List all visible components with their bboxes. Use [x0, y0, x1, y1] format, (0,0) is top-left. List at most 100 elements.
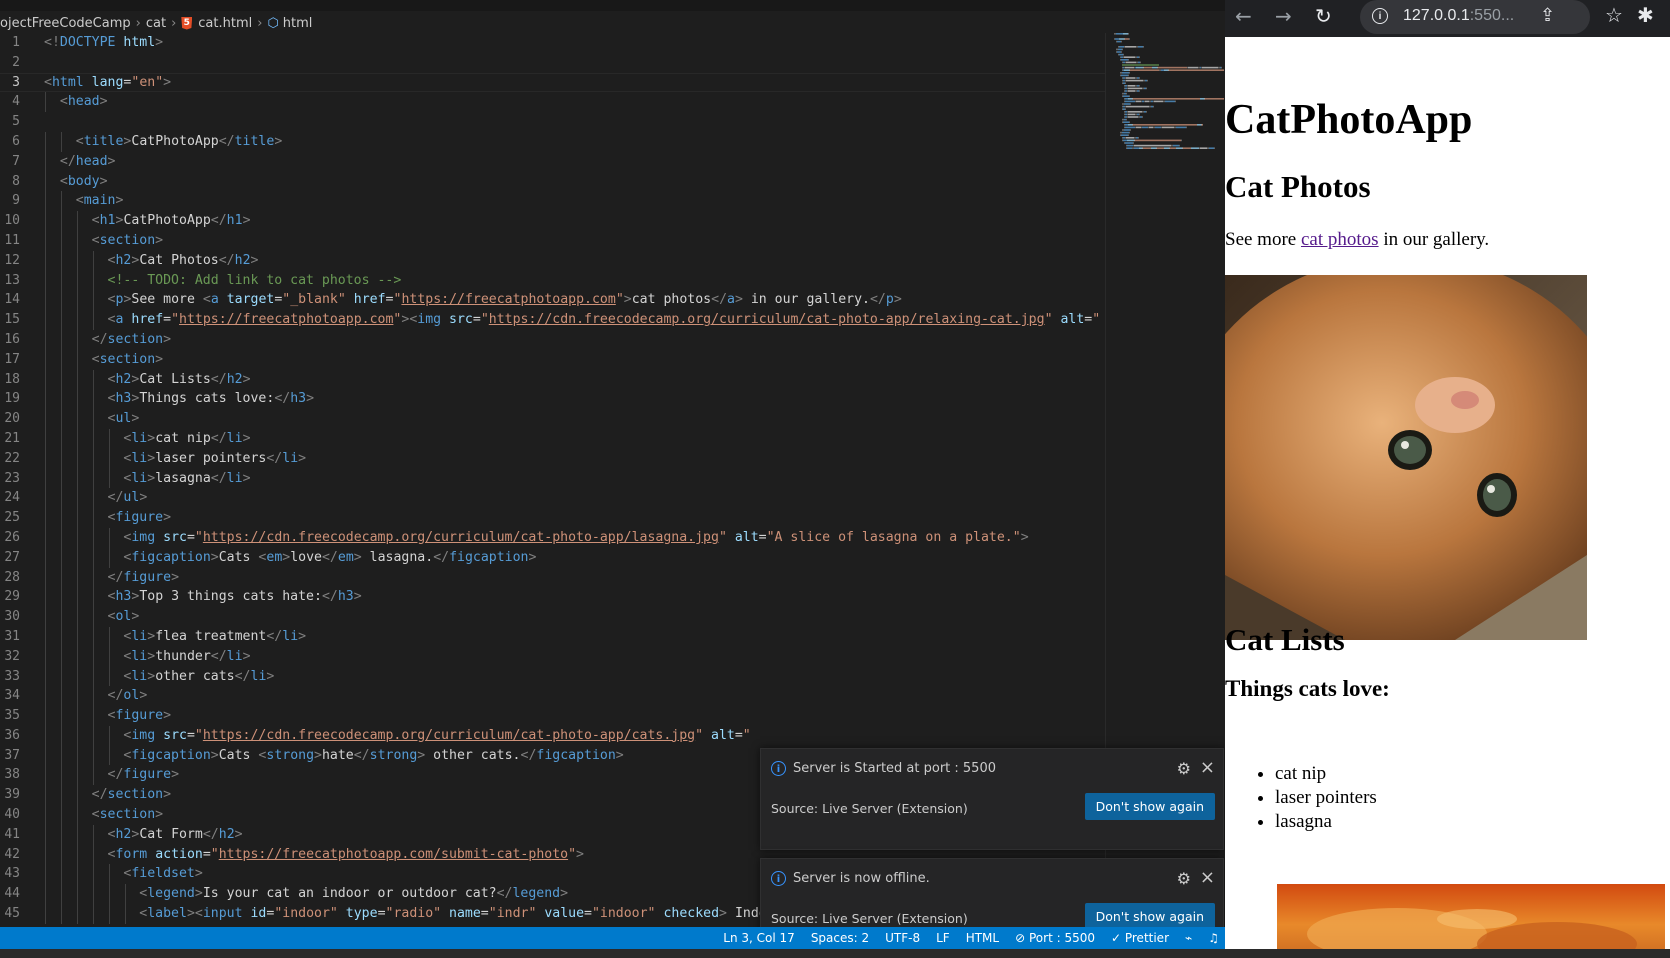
code-line[interactable]: 1 <!DOCTYPE html> [0, 33, 1105, 53]
code-line[interactable]: 25 <figure> [0, 508, 1105, 528]
encoding[interactable]: UTF-8 [885, 931, 920, 945]
code-token: em [337, 549, 354, 565]
code-line[interactable]: 18 <h2>Cat Lists</h2> [0, 369, 1105, 390]
minimap-line [1135, 90, 1137, 92]
code-token: li [250, 668, 267, 684]
code-line[interactable]: 32 <li>thunder</li> [0, 646, 1105, 667]
minimap-line [1134, 66, 1135, 69]
code-line[interactable]: 24 </ul> [0, 488, 1105, 509]
prettier-status[interactable]: ✓ Prettier [1111, 931, 1169, 945]
code-line[interactable]: 9 <main> [0, 191, 1105, 212]
code-token: href [345, 292, 386, 308]
dont-show-again-button[interactable]: Don't show again [1084, 903, 1215, 930]
minimap-line [1142, 116, 1143, 118]
live-server-port[interactable]: ⊘ Port : 5500 [1015, 931, 1095, 945]
minimap-line [1122, 92, 1124, 95]
code-line[interactable]: 13 <!-- TODO: Add link to cat photos --> [0, 270, 1105, 291]
code-line[interactable]: 21 <li>cat nip</li> [0, 428, 1105, 449]
share-icon[interactable]: ⇪ [1540, 5, 1555, 26]
code-line[interactable]: 16 </section> [0, 329, 1105, 350]
code-token: h3 [290, 391, 307, 407]
language-mode[interactable]: HTML [966, 931, 999, 945]
code-text: <h2>Cat Photos</h2> [44, 251, 259, 271]
code-token: "indr" [488, 906, 537, 922]
code-line[interactable]: 12 <h2>Cat Photos</h2> [0, 250, 1105, 271]
info-icon: i [771, 871, 786, 886]
code-line[interactable]: 19 <h3>Things cats love:</h3> [0, 389, 1105, 410]
back-icon[interactable]: ← [1235, 4, 1252, 28]
bell-icon[interactable]: ♫ [1208, 931, 1219, 945]
code-line[interactable]: 8 <body> [0, 171, 1105, 192]
minimap-line [1133, 147, 1134, 149]
code-line[interactable]: 23 <li>lasagna</li> [0, 468, 1105, 489]
dont-show-again-button[interactable]: Don't show again [1084, 793, 1215, 820]
close-icon[interactable]: × [1200, 867, 1215, 888]
indentation[interactable]: Spaces: 2 [811, 931, 869, 945]
breadcrumb-folder[interactable]: ojectFreeCodeCamp [0, 16, 131, 31]
line-number: 13 [4, 272, 20, 288]
code-token: li [131, 668, 148, 684]
breadcrumb-file[interactable]: cat.html [198, 16, 252, 31]
code-token: " [1092, 312, 1101, 328]
code-token: figcaption [536, 747, 616, 763]
minimap-line [1160, 69, 1161, 71]
code-line[interactable]: 31 <li>flea treatment</li> [0, 626, 1105, 647]
code-token: CatPhotoApp [131, 133, 219, 149]
code-line[interactable]: 20 <ul> [0, 409, 1105, 429]
code-token: src [155, 727, 187, 743]
address-bar[interactable]: i 127.0.0.1:550... ⇪ [1360, 0, 1590, 34]
list-item: cat nip [1275, 762, 1377, 786]
extensions-icon[interactable]: ✱ [1637, 3, 1654, 27]
code-line[interactable]: 7 </head> [0, 151, 1105, 172]
code-token: other cats [155, 668, 235, 684]
close-icon[interactable]: × [1200, 757, 1215, 778]
code-token: > [155, 35, 164, 50]
breadcrumb-symbol[interactable]: html [283, 16, 313, 31]
cursor-position[interactable]: Ln 3, Col 17 [723, 931, 795, 945]
code-line[interactable]: 14 <p>See more <a target="_blank" href="… [0, 290, 1105, 311]
site-info-icon[interactable]: i [1372, 8, 1388, 24]
code-line[interactable]: 33 <li>other cats</li> [0, 666, 1105, 687]
code-line[interactable]: 4 <head> [0, 92, 1105, 113]
minimap-line [1122, 61, 1123, 64]
code-line[interactable]: 6 <title>CatPhotoApp</title> [0, 131, 1105, 152]
code-text: <img src="https://cdn.freecodecamp.org/c… [44, 528, 1028, 548]
code-line[interactable]: 26 <img src="https://cdn.freecodecamp.or… [0, 527, 1105, 548]
code-line[interactable]: 34 </ol> [0, 686, 1105, 707]
code-line[interactable]: 27 <figcaption>Cats <em>love</em> lasagn… [0, 547, 1105, 568]
code-line[interactable]: 28 </figure> [0, 567, 1105, 588]
minimap-line [1147, 79, 1148, 82]
code-line[interactable]: 29 <h3>Top 3 things cats hate:</h3> [0, 587, 1105, 608]
line-number: 22 [4, 450, 20, 466]
code-line[interactable]: 22 <li>laser pointers</li> [0, 448, 1105, 469]
star-icon[interactable]: ☆ [1605, 3, 1623, 27]
reload-icon[interactable]: ↻ [1315, 4, 1332, 28]
minimap-line [1124, 113, 1125, 116]
code-token: lang [83, 74, 124, 90]
end-of-line[interactable]: LF [936, 931, 950, 945]
code-token: > [155, 807, 164, 823]
code-line[interactable]: 5 [0, 112, 1105, 132]
cat-photos-link[interactable]: cat photos [1301, 229, 1379, 250]
gear-icon[interactable]: ⚙ [1177, 759, 1191, 778]
code-line[interactable]: 17 <section> [0, 349, 1105, 370]
code-line[interactable]: 11 <section> [0, 230, 1105, 251]
breadcrumb-subfolder[interactable]: cat [146, 16, 166, 31]
url-text[interactable]: 127.0.0.1:550... [1403, 7, 1514, 25]
code-line[interactable]: 3 <html lang="en"> [0, 72, 1105, 93]
code-token: strong [266, 747, 315, 763]
gear-icon[interactable]: ⚙ [1177, 869, 1191, 888]
code-line[interactable]: 2 [0, 53, 1105, 73]
code-line[interactable]: 15 <a href="https://freecatphotoapp.com"… [0, 310, 1105, 330]
line-number: 21 [4, 430, 20, 446]
code-line[interactable]: 36 <img src="https://cdn.freecodecamp.or… [0, 725, 1105, 746]
url-rest: :550... [1469, 7, 1515, 24]
forward-icon[interactable]: → [1275, 4, 1292, 28]
code-line[interactable]: 30 <ol> [0, 607, 1105, 627]
broadcast-icon[interactable]: ⌁ [1185, 931, 1192, 945]
relaxing-cat-image[interactable] [1225, 275, 1587, 640]
code-line[interactable]: 10 <h1>CatPhotoApp</h1> [0, 211, 1105, 231]
code-line[interactable]: 35 <figure> [0, 706, 1105, 726]
